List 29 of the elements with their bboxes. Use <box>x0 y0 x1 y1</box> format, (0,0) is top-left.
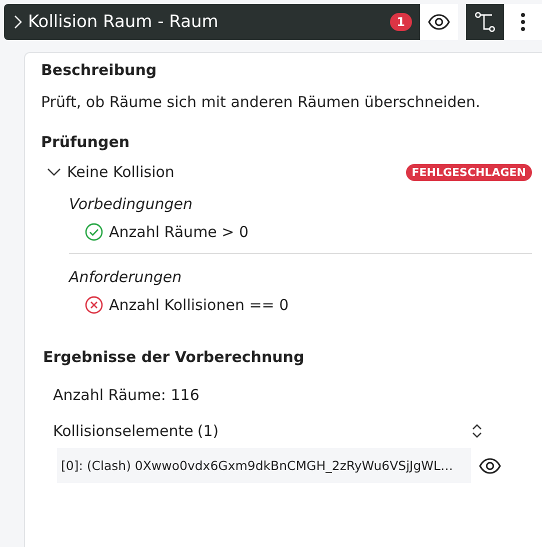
count-badge: 1 <box>390 13 412 31</box>
sort-icon[interactable] <box>472 424 482 438</box>
section-heading: Prüfungen <box>41 133 131 151</box>
condition-text: Anzahl Räume > 0 <box>109 223 249 241</box>
list-label: Kollisionselemente <box>53 422 194 440</box>
chevron-down-icon <box>47 168 61 176</box>
connector-button[interactable] <box>466 4 504 40</box>
status-badge: FEHLGESCHLAGEN <box>406 164 532 180</box>
section-header[interactable]: Kollision Raum - Raum 1 <box>4 4 420 40</box>
eye-icon <box>428 14 450 30</box>
group-title: Vorbedingungen <box>69 195 192 213</box>
condition-text: Anzahl Kollisionen == 0 <box>109 296 289 314</box>
more-icon <box>520 12 526 32</box>
expand-toggle[interactable] <box>47 168 61 176</box>
section-title: Kollision Raum - Raum <box>28 12 220 32</box>
chevron-right-icon <box>14 15 22 29</box>
eye-icon <box>479 458 501 474</box>
list-count: (1) <box>197 422 219 440</box>
view-button[interactable] <box>479 458 501 474</box>
list-item[interactable]: [0]: (Clash) 0Xwwo0vdx6Gxm9dkBnCMGH_2zRyWu6VSjJgWL… <box>57 448 471 483</box>
more-button[interactable] <box>504 4 542 40</box>
section-heading: Beschreibung <box>41 61 158 79</box>
check-name: Keine Kollision <box>67 163 176 181</box>
group-title: Anforderungen <box>69 268 182 286</box>
connector-icon <box>474 11 496 33</box>
view-button[interactable] <box>420 4 458 40</box>
description-text: Prüft, ob Räume sich mit anderen Räumen überschneiden. <box>41 93 482 111</box>
section-heading: Ergebnisse der Vorberechnung <box>43 348 306 366</box>
room-count-text: Anzahl Räume: 116 <box>53 386 200 404</box>
